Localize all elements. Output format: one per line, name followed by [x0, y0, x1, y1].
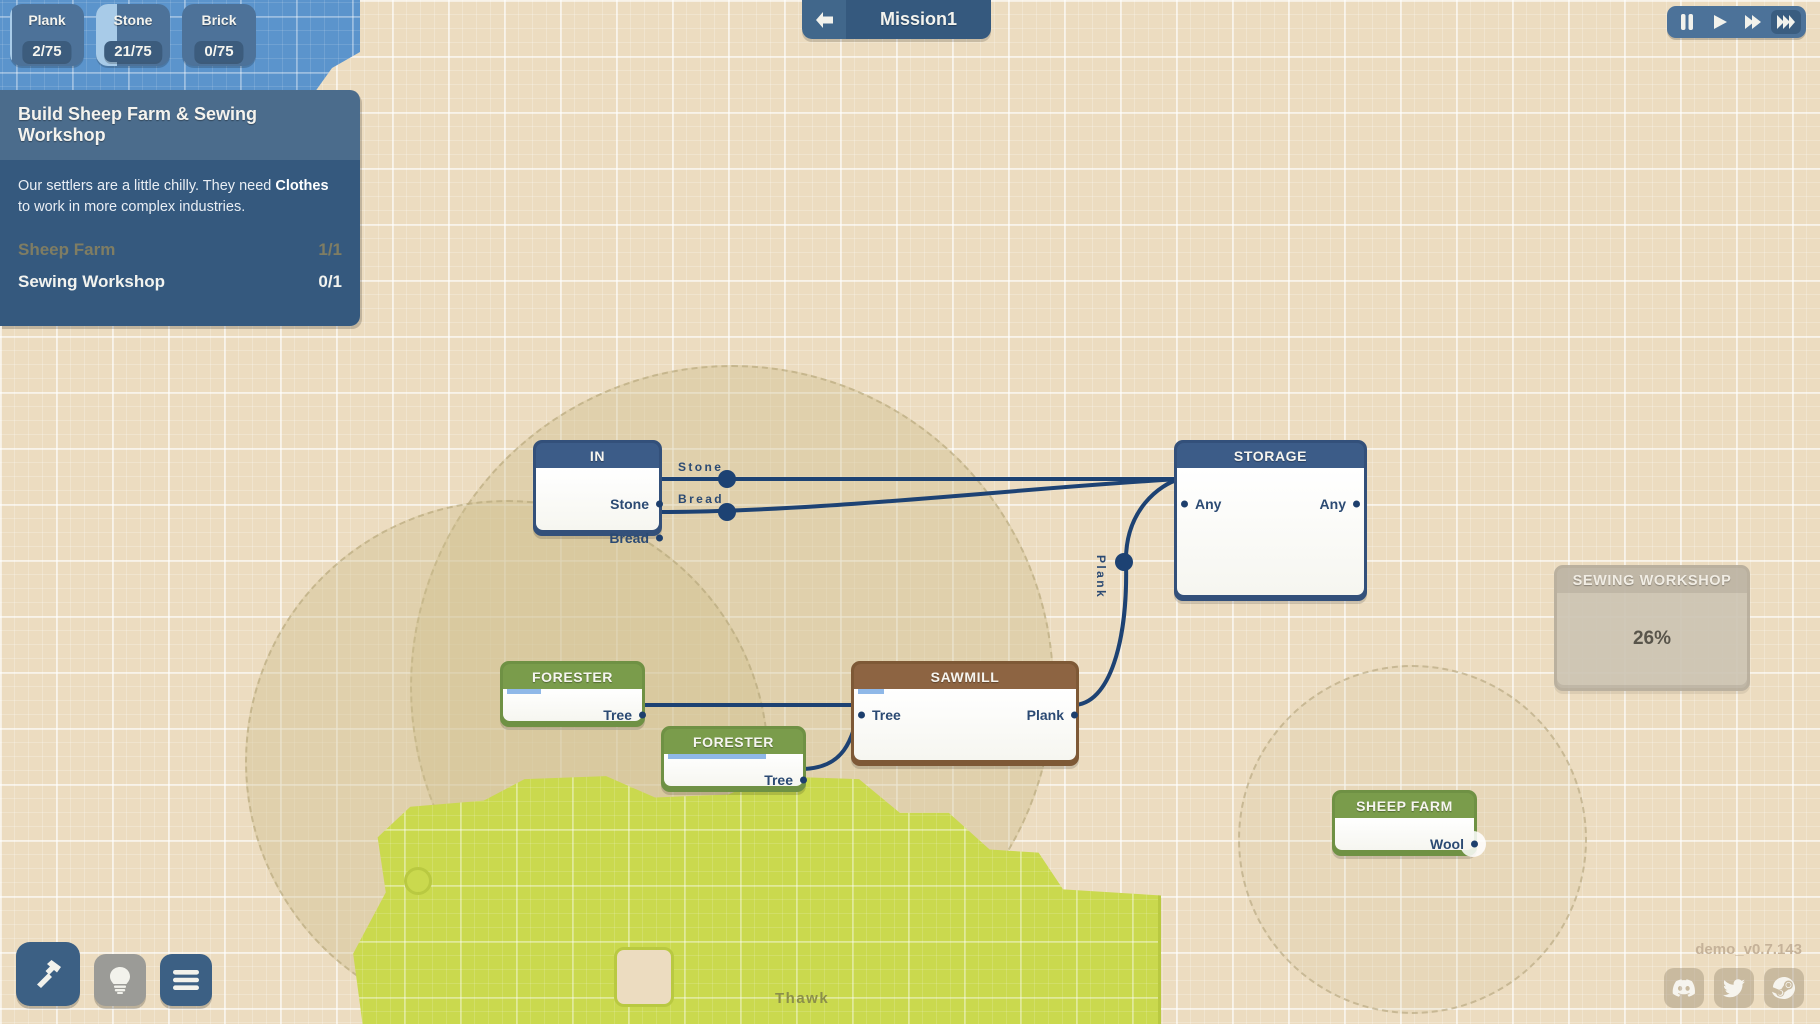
- twitter-icon: [1723, 978, 1745, 997]
- port-dot: [656, 500, 663, 508]
- node-sheep-farm[interactable]: SHEEP FARM Wool: [1332, 790, 1486, 857]
- port-sawmill-tree[interactable]: Tree: [858, 707, 901, 723]
- hammer-icon: [37, 960, 61, 988]
- forester-1-progress-bar: [507, 689, 638, 694]
- island-name-label: Thawk: [775, 990, 830, 1007]
- port-in-bread[interactable]: Bread: [609, 530, 663, 546]
- node-in[interactable]: IN Stone Bread: [533, 440, 663, 546]
- resource-name: Plank: [28, 12, 66, 28]
- node-sheep-farm-title: SHEEP FARM: [1335, 793, 1474, 818]
- lightbulb-icon: [110, 967, 130, 994]
- wire-label-bread: Bread: [678, 492, 725, 506]
- pause-icon: [1681, 14, 1693, 30]
- forester-2-progress-bar: [668, 754, 799, 759]
- build-button[interactable]: [16, 942, 80, 1006]
- node-forester-1-title: FORESTER: [503, 664, 642, 689]
- port-dot: [1471, 840, 1478, 848]
- objective-progress: 0/1: [318, 272, 342, 292]
- resource-amount: 0/75: [194, 41, 244, 62]
- game-viewport[interactable]: Thawk Stone Bread Plank IN Stone Bread S…: [0, 0, 1820, 1024]
- discord-icon: [1672, 979, 1696, 997]
- sawmill-progress-bar: [858, 689, 1072, 694]
- arrow-left-icon: [816, 11, 833, 28]
- resource-chip-plank[interactable]: Plank 2/75: [10, 4, 84, 66]
- steam-button[interactable]: [1764, 968, 1804, 1008]
- resource-chip-stone[interactable]: Stone 21/75: [96, 4, 170, 66]
- port-storage-any-out[interactable]: Any: [1320, 496, 1360, 512]
- node-in-title: IN: [536, 443, 659, 468]
- sewing-workshop-build-progress: 26%: [1557, 593, 1747, 685]
- resource-amount: 21/75: [104, 41, 162, 62]
- bottom-toolbar: [16, 942, 212, 1006]
- port-dot: [858, 711, 865, 719]
- resource-chip-bar: Plank 2/75 Stone 21/75 Brick 0/75: [10, 4, 256, 66]
- fast-forward-icon: [1745, 15, 1761, 29]
- mission-name: Mission1: [846, 0, 992, 39]
- steam-icon: [1772, 977, 1795, 999]
- pause-button[interactable]: [1672, 10, 1702, 34]
- hamburger-menu-icon: [173, 970, 199, 990]
- play-icon: [1713, 15, 1727, 29]
- resource-amount: 2/75: [22, 41, 72, 62]
- play-button[interactable]: [1705, 10, 1735, 34]
- hint-button[interactable]: [94, 954, 146, 1006]
- mission-description: Our settlers are a little chilly. They n…: [18, 178, 329, 216]
- node-storage[interactable]: STORAGE Any Any: [1174, 440, 1367, 601]
- port-dot: [1353, 500, 1360, 508]
- port-dot: [800, 776, 807, 784]
- node-forester-2[interactable]: FORESTER Tree: [661, 726, 807, 792]
- twitter-button[interactable]: [1714, 968, 1754, 1008]
- objective-label: Sheep Farm: [18, 240, 116, 260]
- grass-clearing: [614, 947, 674, 1007]
- port-dot: [1071, 711, 1078, 719]
- speed-control-bar: [1667, 6, 1806, 38]
- objective-sewing-workshop: Sewing Workshop 0/1: [18, 272, 342, 292]
- fast-forward-button[interactable]: [1738, 10, 1768, 34]
- version-label: demo_v0.7.143: [1695, 941, 1802, 958]
- social-links-bar: [1664, 968, 1804, 1008]
- resource-chip-brick[interactable]: Brick 0/75: [182, 4, 256, 66]
- node-sawmill[interactable]: SAWMILL Tree Plank: [851, 661, 1079, 766]
- mission-title-bar: Mission1: [802, 0, 992, 39]
- port-dot: [656, 534, 663, 542]
- port-forester-2-tree[interactable]: Tree: [764, 772, 807, 788]
- grass-islet: [404, 867, 432, 895]
- ultra-forward-icon: [1777, 15, 1795, 29]
- objective-progress: 1/1: [318, 240, 342, 260]
- resource-name: Brick: [201, 12, 237, 28]
- back-button[interactable]: [802, 0, 846, 39]
- node-forester-2-title: FORESTER: [664, 729, 803, 754]
- port-dot: [1181, 500, 1188, 508]
- discord-button[interactable]: [1664, 968, 1704, 1008]
- port-in-stone[interactable]: Stone: [610, 496, 663, 512]
- objective-label: Sewing Workshop: [18, 272, 166, 292]
- node-sawmill-title: SAWMILL: [854, 664, 1076, 689]
- node-forester-1[interactable]: FORESTER Tree: [500, 661, 646, 727]
- port-sawmill-plank[interactable]: Plank: [1027, 707, 1078, 723]
- port-sheep-farm-wool[interactable]: Wool: [1430, 831, 1486, 857]
- objective-sheep-farm: Sheep Farm 1/1: [18, 240, 342, 260]
- port-dot: [639, 711, 646, 719]
- menu-button[interactable]: [160, 954, 212, 1006]
- ultra-speed-button[interactable]: [1771, 10, 1801, 34]
- mission-panel[interactable]: Build Sheep Farm & Sewing Workshop Our s…: [0, 90, 360, 327]
- resource-name: Stone: [113, 12, 153, 28]
- node-sewing-workshop[interactable]: SEWING WORKSHOP 26%: [1554, 565, 1750, 691]
- mission-title: Build Sheep Farm & Sewing Workshop: [0, 90, 360, 160]
- wire-label-plank: Plank: [1094, 555, 1108, 600]
- node-storage-title: STORAGE: [1177, 443, 1364, 468]
- port-forester-1-tree[interactable]: Tree: [603, 707, 646, 723]
- wire-label-stone: Stone: [678, 460, 724, 474]
- node-sewing-workshop-title: SEWING WORKSHOP: [1557, 568, 1747, 593]
- port-storage-any-in[interactable]: Any: [1181, 496, 1221, 512]
